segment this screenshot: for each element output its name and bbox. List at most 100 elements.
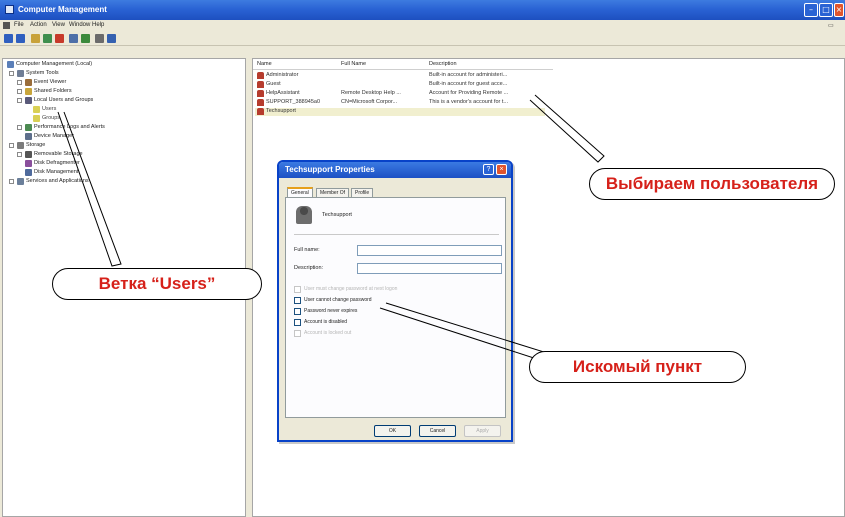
properties-icon[interactable] [69,34,78,43]
column-header-full-name[interactable]: Full Name [341,61,366,67]
tab-profile[interactable]: Profile [351,188,374,197]
tree-node-shared-folders[interactable]: Shared Folders [17,88,217,96]
list-item-selected[interactable]: Techsupport [255,108,545,116]
user-icon [296,206,312,224]
title-bar[interactable]: Computer Management – □ × [0,0,845,20]
full-name-field[interactable] [357,245,502,256]
expand-toggle[interactable] [17,89,22,94]
dialog-title-bar[interactable]: Techsupport Properties ? × [279,162,511,178]
expand-toggle[interactable] [17,80,22,85]
menu-view[interactable]: View [52,22,65,28]
account-locked-out-checkbox[interactable]: Account is locked out [294,330,494,338]
tree-node-local-users-and-groups[interactable]: Local Users and Groups [17,97,217,105]
collapse-toggle[interactable] [17,98,22,103]
up-icon[interactable] [31,34,40,43]
user-name-cell: HelpAssistant [266,90,300,96]
help-icon[interactable] [107,34,116,43]
dialog-close-button[interactable]: × [496,164,507,175]
tree-node-computer-management[interactable]: Computer Management (Local) [6,61,206,69]
folder-icon [33,115,40,122]
user-icon [257,72,264,79]
ok-button[interactable]: OK [374,425,411,437]
menu-help[interactable]: Help [92,22,104,28]
collapse-toggle[interactable] [9,71,14,76]
child-window-restore-icon[interactable]: ▭ [828,22,834,29]
user-name-cell: SUPPORT_388945a0 [266,99,321,105]
collapse-toggle[interactable] [9,143,14,148]
tree-node-groups[interactable]: Groups [33,115,153,123]
tab-member-of[interactable]: Member Of [316,188,350,197]
expand-toggle[interactable] [17,125,22,130]
tree-node-performance-logs[interactable]: Performance Logs and Alerts [17,124,217,132]
checkbox-label: Account is locked out [304,330,352,336]
tab-general[interactable]: General [287,187,313,197]
tree-node-users[interactable]: Users [33,106,153,114]
tree-node-system-tools[interactable]: System Tools [9,70,209,78]
tree-node-label: System Tools [26,70,59,76]
export-icon[interactable] [95,34,104,43]
checkbox-label: User must change password at next logon [304,286,398,292]
tree-node-device-manager[interactable]: Device Manager [25,133,225,141]
expand-toggle[interactable] [9,179,14,184]
refresh-icon[interactable] [81,34,90,43]
menu-window[interactable]: Window [69,22,90,28]
tree-node-label: Users [42,106,57,112]
checkbox-label: User cannot change password [304,297,372,303]
close-button[interactable]: × [834,3,844,17]
cannot-change-password-checkbox[interactable]: User cannot change password [294,297,494,305]
list-item[interactable]: Administrator Built-in account for admin… [255,72,545,80]
checkbox-box[interactable] [294,286,301,293]
back-icon[interactable] [4,34,13,43]
menu-action[interactable]: Action [30,22,47,28]
column-header-description[interactable]: Description [429,61,457,67]
user-icon [257,81,264,88]
tools-icon [17,70,24,77]
user-name-cell: Techsupport [266,108,296,114]
menu-file[interactable]: File [14,22,24,28]
menu-bar: File Action View Window Help ▭ [0,20,845,31]
performance-icon [25,124,32,131]
delete-icon[interactable] [55,34,64,43]
tree-node-removable-storage[interactable]: Removable Storage [17,151,217,159]
removable-storage-icon [25,151,32,158]
user-full-name-cell: Remote Desktop Help ... [341,90,401,96]
user-icon [257,90,264,97]
column-header-name[interactable]: Name [257,61,272,67]
password-never-expires-checkbox[interactable]: Password never expires [294,308,494,316]
checkbox-box[interactable] [294,297,301,304]
checkbox-box[interactable] [294,308,301,315]
user-name-cell: Administrator [266,72,299,78]
tree-node-label: Disk Defragmenter [34,160,80,166]
expand-toggle[interactable] [17,152,22,157]
show-hide-tree-icon[interactable] [43,34,52,43]
user-full-name-cell: CN=Microsoft Corpor... [341,99,398,105]
account-disabled-checkbox[interactable]: Account is disabled [294,319,494,327]
tree-node-event-viewer[interactable]: Event Viewer [17,79,217,87]
tree-node-label: Computer Management (Local) [16,61,93,67]
dialog-title: Techsupport Properties [285,165,375,174]
checkbox-box[interactable] [294,319,301,326]
services-icon [17,178,24,185]
general-tab-panel: Techsupport Full name: Description: User… [285,197,506,418]
apply-button[interactable]: Apply [464,425,501,437]
mmc-document-icon[interactable] [3,22,10,29]
must-change-password-checkbox[interactable]: User must change password at next logon [294,286,494,294]
tree-node-storage[interactable]: Storage [9,142,209,150]
list-item[interactable]: Guest Built-in account for guest acce... [255,81,545,89]
tree-node-label: Shared Folders [34,88,72,94]
forward-icon[interactable] [16,34,25,43]
checkbox-box[interactable] [294,330,301,337]
dialog-help-button[interactable]: ? [483,164,494,175]
minimize-button[interactable]: – [804,3,818,17]
tree-node-disk-management[interactable]: Disk Management [25,169,225,177]
tree-node-services-and-applications[interactable]: Services and Applications [9,178,209,186]
shared-folders-icon [25,88,32,95]
user-properties-dialog: Techsupport Properties ? × General Membe… [277,160,513,442]
list-item[interactable]: SUPPORT_388945a0 CN=Microsoft Corpor... … [255,99,545,107]
maximize-button[interactable]: □ [819,3,833,17]
tree-node-disk-defragmenter[interactable]: Disk Defragmenter [25,160,225,168]
cancel-button[interactable]: Cancel [419,425,456,437]
list-item[interactable]: HelpAssistant Remote Desktop Help ... Ac… [255,90,545,98]
checkbox-label: Password never expires [304,308,358,314]
description-field[interactable] [357,263,502,274]
